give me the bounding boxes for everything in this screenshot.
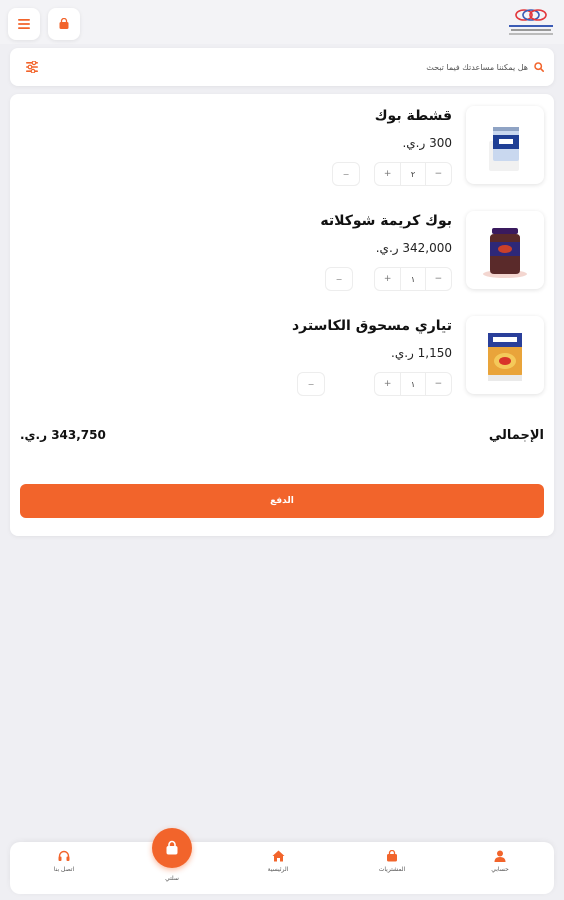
decrease-button[interactable]: − xyxy=(426,373,451,395)
hamburger-icon xyxy=(18,19,30,29)
item-name: قشطة بوك xyxy=(374,108,452,124)
nav-label: الرئيسية xyxy=(267,866,289,873)
item-price: 1,150 ر.ي. xyxy=(391,346,452,360)
quantity-value[interactable]: ١ xyxy=(400,373,426,395)
remove-item-button[interactable]: − xyxy=(325,267,353,291)
decrease-button[interactable]: − xyxy=(426,163,451,185)
increase-button[interactable]: + xyxy=(375,163,400,185)
shopping-bag-icon xyxy=(59,18,69,29)
app-header xyxy=(0,0,564,44)
nav-label-cart: سلتي xyxy=(165,875,179,882)
remove-item-button[interactable]: − xyxy=(297,372,325,396)
remove-icon: − xyxy=(342,169,350,179)
filter-sliders-icon[interactable] xyxy=(26,61,38,73)
item-name: بوك كريمة شوكلاته xyxy=(320,213,452,229)
user-icon xyxy=(494,850,506,862)
menu-button[interactable] xyxy=(8,8,40,40)
nav-label: المشتريات xyxy=(378,866,406,873)
quantity-stepper: + ٢ − xyxy=(374,162,452,186)
nav-item-purchases[interactable]: المشتريات xyxy=(338,842,446,894)
bottom-nav: حسابي المشتريات الرئيسية اتصل بنا xyxy=(10,842,554,894)
cart-card: قشطة بوك 300 ر.ي. + ٢ − − بوك كريمة شوكل… xyxy=(10,94,554,536)
cart-fab-button[interactable] xyxy=(152,828,192,868)
custard-can-image xyxy=(488,333,522,381)
remove-icon: − xyxy=(307,379,315,389)
quantity-stepper: + ١ − xyxy=(374,267,452,291)
pay-button[interactable]: الدفع xyxy=(20,484,544,518)
quantity-value[interactable]: ٢ xyxy=(400,163,426,185)
remove-item-button[interactable]: − xyxy=(332,162,360,186)
cream-can-image xyxy=(489,127,519,171)
nav-item-home[interactable]: الرئيسية xyxy=(224,842,332,894)
quantity-stepper: + ١ − xyxy=(374,372,452,396)
search-icon[interactable] xyxy=(534,62,544,72)
product-image[interactable] xyxy=(466,106,544,184)
cart-bag-icon xyxy=(166,840,178,855)
chocolate-jar-image xyxy=(483,228,527,278)
search-input[interactable] xyxy=(58,56,528,78)
product-image[interactable] xyxy=(466,316,544,394)
cart-item: بوك كريمة شوكلاته 342,000 ر.ي. + ١ − − xyxy=(10,199,554,299)
nav-label: حسابي xyxy=(491,866,509,873)
cart-button[interactable] xyxy=(48,8,80,40)
decrease-button[interactable]: − xyxy=(426,268,451,290)
cart-item: قشطة بوك 300 ر.ي. + ٢ − − xyxy=(10,94,554,194)
quantity-value[interactable]: ١ xyxy=(400,268,426,290)
remove-icon: − xyxy=(335,274,343,284)
increase-button[interactable]: + xyxy=(375,268,400,290)
company-logo xyxy=(506,8,556,40)
purchases-bag-icon xyxy=(387,850,397,862)
nav-item-account[interactable]: حسابي xyxy=(446,842,554,894)
product-image[interactable] xyxy=(466,211,544,289)
total-value: 343,750 ر.ي. xyxy=(20,428,106,442)
item-name: تياري مسحوق الكاسترد xyxy=(292,318,452,334)
item-price: 300 ر.ي. xyxy=(402,136,452,150)
nav-item-contact[interactable]: اتصل بنا xyxy=(10,842,118,894)
increase-button[interactable]: + xyxy=(375,373,400,395)
total-label: الإجمالي xyxy=(488,428,544,443)
nav-label: اتصل بنا xyxy=(53,866,75,873)
home-icon xyxy=(272,850,284,862)
item-price: 342,000 ر.ي. xyxy=(375,241,452,255)
search-bar xyxy=(10,48,554,86)
cart-item: تياري مسحوق الكاسترد 1,150 ر.ي. + ١ − − xyxy=(10,304,554,404)
headset-icon xyxy=(58,850,70,861)
